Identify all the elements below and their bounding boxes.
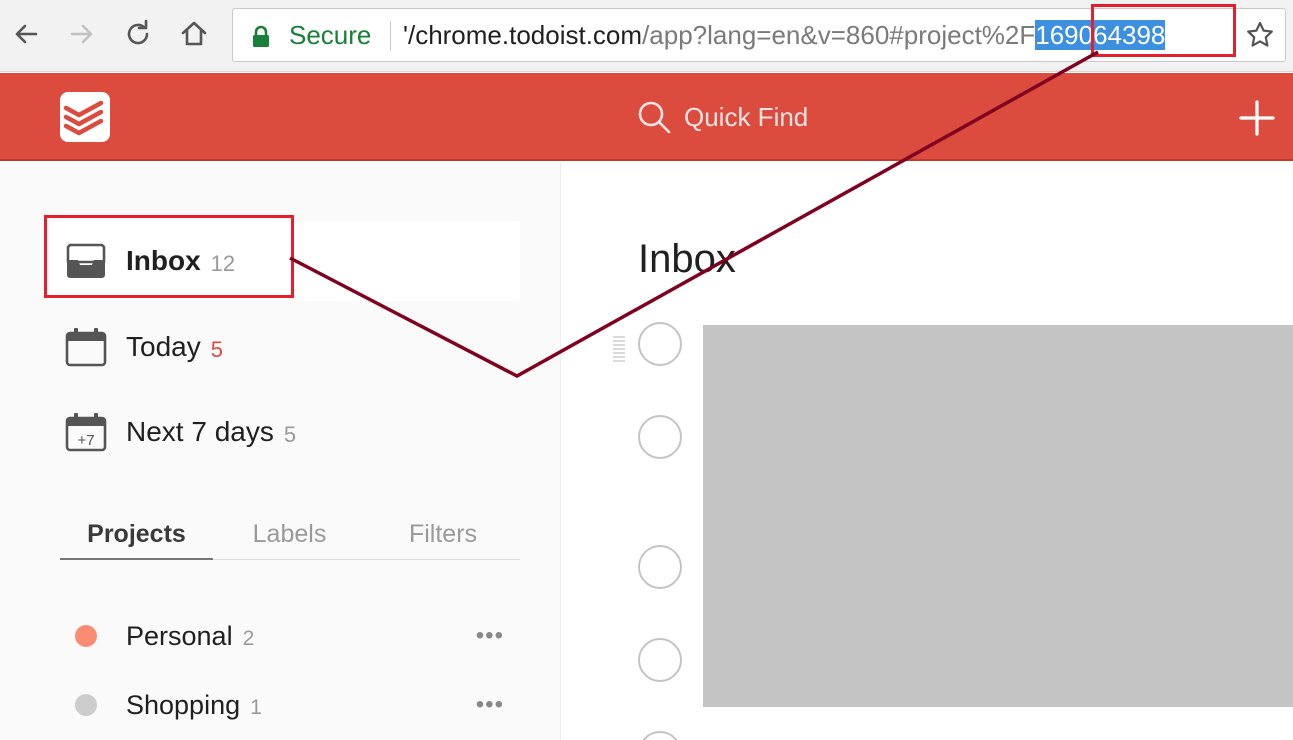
svg-text:+7: +7 — [77, 432, 94, 449]
page-title: Inbox — [638, 237, 736, 281]
task-checkbox[interactable] — [638, 638, 682, 682]
task-checkbox[interactable] — [638, 731, 682, 740]
star-icon[interactable] — [1245, 20, 1275, 50]
tab-projects[interactable]: Projects — [60, 520, 213, 560]
tab-labels[interactable]: Labels — [213, 520, 366, 560]
sidebar-item-inbox[interactable]: Inbox 12 — [48, 221, 520, 301]
main-content: Inbox — [562, 163, 1293, 740]
home-icon — [181, 21, 207, 46]
sidebar-item-next-7-days[interactable]: +7 Next 7 days 5 — [48, 392, 520, 472]
project-label: Personal — [126, 620, 233, 651]
project-count: 2 — [242, 627, 255, 650]
project-color-dot — [75, 694, 97, 716]
tab-filters[interactable]: Filters — [366, 520, 520, 560]
sidebar-item-label: Today — [126, 331, 201, 362]
forward-button[interactable] — [64, 16, 100, 52]
address-bar[interactable]: Secure '/chrome.todoist.com/app?lang=en&… — [232, 8, 1286, 62]
lock-icon — [253, 25, 269, 47]
sidebar-item-count: 5 — [283, 422, 297, 447]
project-item-personal[interactable]: Personal 2 ••• — [60, 608, 520, 664]
quick-find[interactable]: Quick Find — [636, 99, 808, 135]
todoist-logo-icon — [63, 100, 104, 136]
omnibox-divider — [390, 21, 391, 51]
sidebar-item-count: 5 — [210, 337, 223, 362]
arrow-right-icon — [70, 24, 93, 44]
calendar-icon — [64, 325, 108, 369]
url-selected-id: 169064398 — [1035, 20, 1166, 50]
secure-label: Secure — [289, 20, 372, 50]
sidebar-item-today[interactable]: Today 5 — [48, 307, 520, 387]
sidebar-item-label: Next 7 days — [126, 416, 274, 447]
project-item-shopping[interactable]: Shopping 1 ••• — [60, 677, 520, 733]
todoist-logo[interactable] — [60, 92, 110, 142]
project-color-dot — [75, 625, 97, 647]
task-checkbox[interactable] — [638, 415, 682, 459]
url-text[interactable]: '/chrome.todoist.com/app?lang=en&v=860#p… — [403, 20, 1166, 51]
reload-icon — [127, 19, 149, 45]
home-button[interactable] — [176, 16, 212, 52]
arrow-left-icon — [15, 24, 38, 44]
sidebar-item-count: 12 — [210, 251, 236, 276]
sidebar-tabs: Projects Labels Filters — [60, 520, 520, 560]
sidebar: Inbox 12 Today 5 +7 Next 7 days 5 Projec… — [0, 163, 561, 740]
url-path: /app?lang=en&v=860#project%2F — [642, 20, 1036, 50]
search-icon — [638, 101, 671, 134]
project-label: Shopping — [126, 689, 241, 720]
calendar-plus7-icon: +7 — [64, 410, 108, 454]
more-options-icon[interactable]: ••• — [476, 622, 504, 650]
inbox-icon — [64, 239, 108, 283]
more-options-icon[interactable]: ••• — [476, 691, 504, 719]
back-button[interactable] — [8, 16, 44, 52]
browser-toolbar: Secure '/chrome.todoist.com/app?lang=en&… — [0, 0, 1293, 72]
drag-handle-icon[interactable] — [612, 335, 626, 363]
app-header: Quick Find — [0, 73, 1293, 161]
project-count: 1 — [250, 696, 262, 719]
url-host: '/chrome.todoist.com — [403, 20, 643, 50]
task-checkbox[interactable] — [638, 322, 682, 366]
sidebar-item-label: Inbox — [126, 245, 201, 276]
add-task-icon[interactable] — [1238, 99, 1276, 137]
redacted-task-list — [703, 325, 1293, 707]
quick-find-label: Quick Find — [684, 101, 809, 132]
task-checkbox[interactable] — [638, 545, 682, 589]
reload-button[interactable] — [120, 16, 156, 52]
